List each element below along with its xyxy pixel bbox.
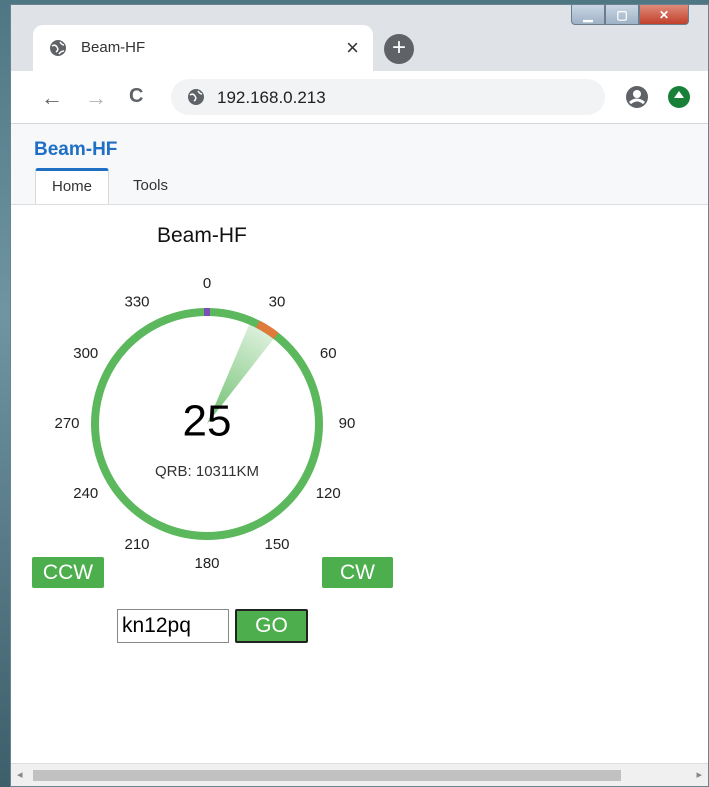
browser-tab[interactable]: Beam-HF × — [33, 25, 373, 71]
degree-label: 180 — [194, 555, 219, 572]
page-content: Beam-HF Home Tools Beam-HF 0 30 60 90 120 150… — [11, 124, 708, 764]
degree-label: 120 — [316, 485, 341, 502]
degree-label: 30 — [269, 294, 286, 311]
minimize-icon[interactable]: ▁ — [571, 5, 605, 25]
heading-value: 25 — [183, 397, 232, 446]
degree-label: 90 — [339, 415, 356, 432]
globe-icon — [50, 40, 66, 56]
ccw-button[interactable]: CCW — [32, 557, 104, 588]
scroll-left-icon[interactable]: ◂ — [17, 768, 23, 781]
back-arrow-icon[interactable]: ← — [41, 85, 63, 111]
scroll-right-icon[interactable]: ▸ — [696, 768, 702, 781]
qrb-distance: QRB: 10311KM — [155, 463, 259, 480]
new-tab-button[interactable]: + — [384, 34, 414, 64]
degree-label: 60 — [320, 345, 337, 362]
close-window-icon[interactable]: ✕ — [639, 5, 689, 25]
app-brand[interactable]: Beam-HF — [34, 139, 117, 161]
url-text: 192.168.0.213 — [217, 88, 326, 107]
degree-label: 330 — [124, 294, 149, 311]
horizontal-scrollbar[interactable]: ◂ ▸ — [11, 763, 708, 786]
reload-icon[interactable]: C — [129, 85, 143, 108]
tab-tools[interactable]: Tools — [117, 168, 184, 204]
forward-arrow-icon[interactable]: → — [85, 85, 107, 111]
degree-label: 270 — [54, 415, 79, 432]
page-title: Beam-HF — [157, 224, 247, 247]
degree-label: 0 — [203, 275, 211, 292]
maximize-icon[interactable]: ▢ — [605, 5, 639, 25]
degree-label: 150 — [264, 536, 289, 553]
address-bar[interactable]: 192.168.0.213 — [171, 79, 605, 115]
degree-label: 240 — [73, 485, 98, 502]
browser-window: Beam-HF × + ▁ ▢ ✕ ← → C 192.168.0.213 Be… — [10, 4, 709, 787]
tab-home[interactable]: Home — [35, 168, 110, 204]
tab-close-icon[interactable]: × — [346, 35, 359, 61]
north-marker — [204, 308, 210, 316]
profile-icon[interactable] — [625, 85, 649, 109]
scrollbar-thumb[interactable] — [33, 770, 621, 781]
locator-input[interactable] — [117, 609, 229, 643]
app-header: Beam-HF Home Tools — [11, 124, 708, 205]
cw-button[interactable]: CW — [322, 557, 393, 588]
browser-toolbar: ← → C 192.168.0.213 — [11, 71, 708, 124]
extension-update-icon[interactable] — [668, 86, 690, 108]
degree-label: 210 — [124, 536, 149, 553]
beam-compass[interactable]: 0 30 60 90 120 150 180 210 240 270 300 330 25 QRB: … — [47, 264, 367, 584]
degree-label: 300 — [73, 345, 98, 362]
tab-title: Beam-HF — [81, 39, 146, 56]
site-info-icon[interactable] — [187, 88, 205, 106]
go-button[interactable]: GO — [235, 609, 308, 643]
window-controls: ▁ ▢ ✕ — [571, 5, 689, 27]
